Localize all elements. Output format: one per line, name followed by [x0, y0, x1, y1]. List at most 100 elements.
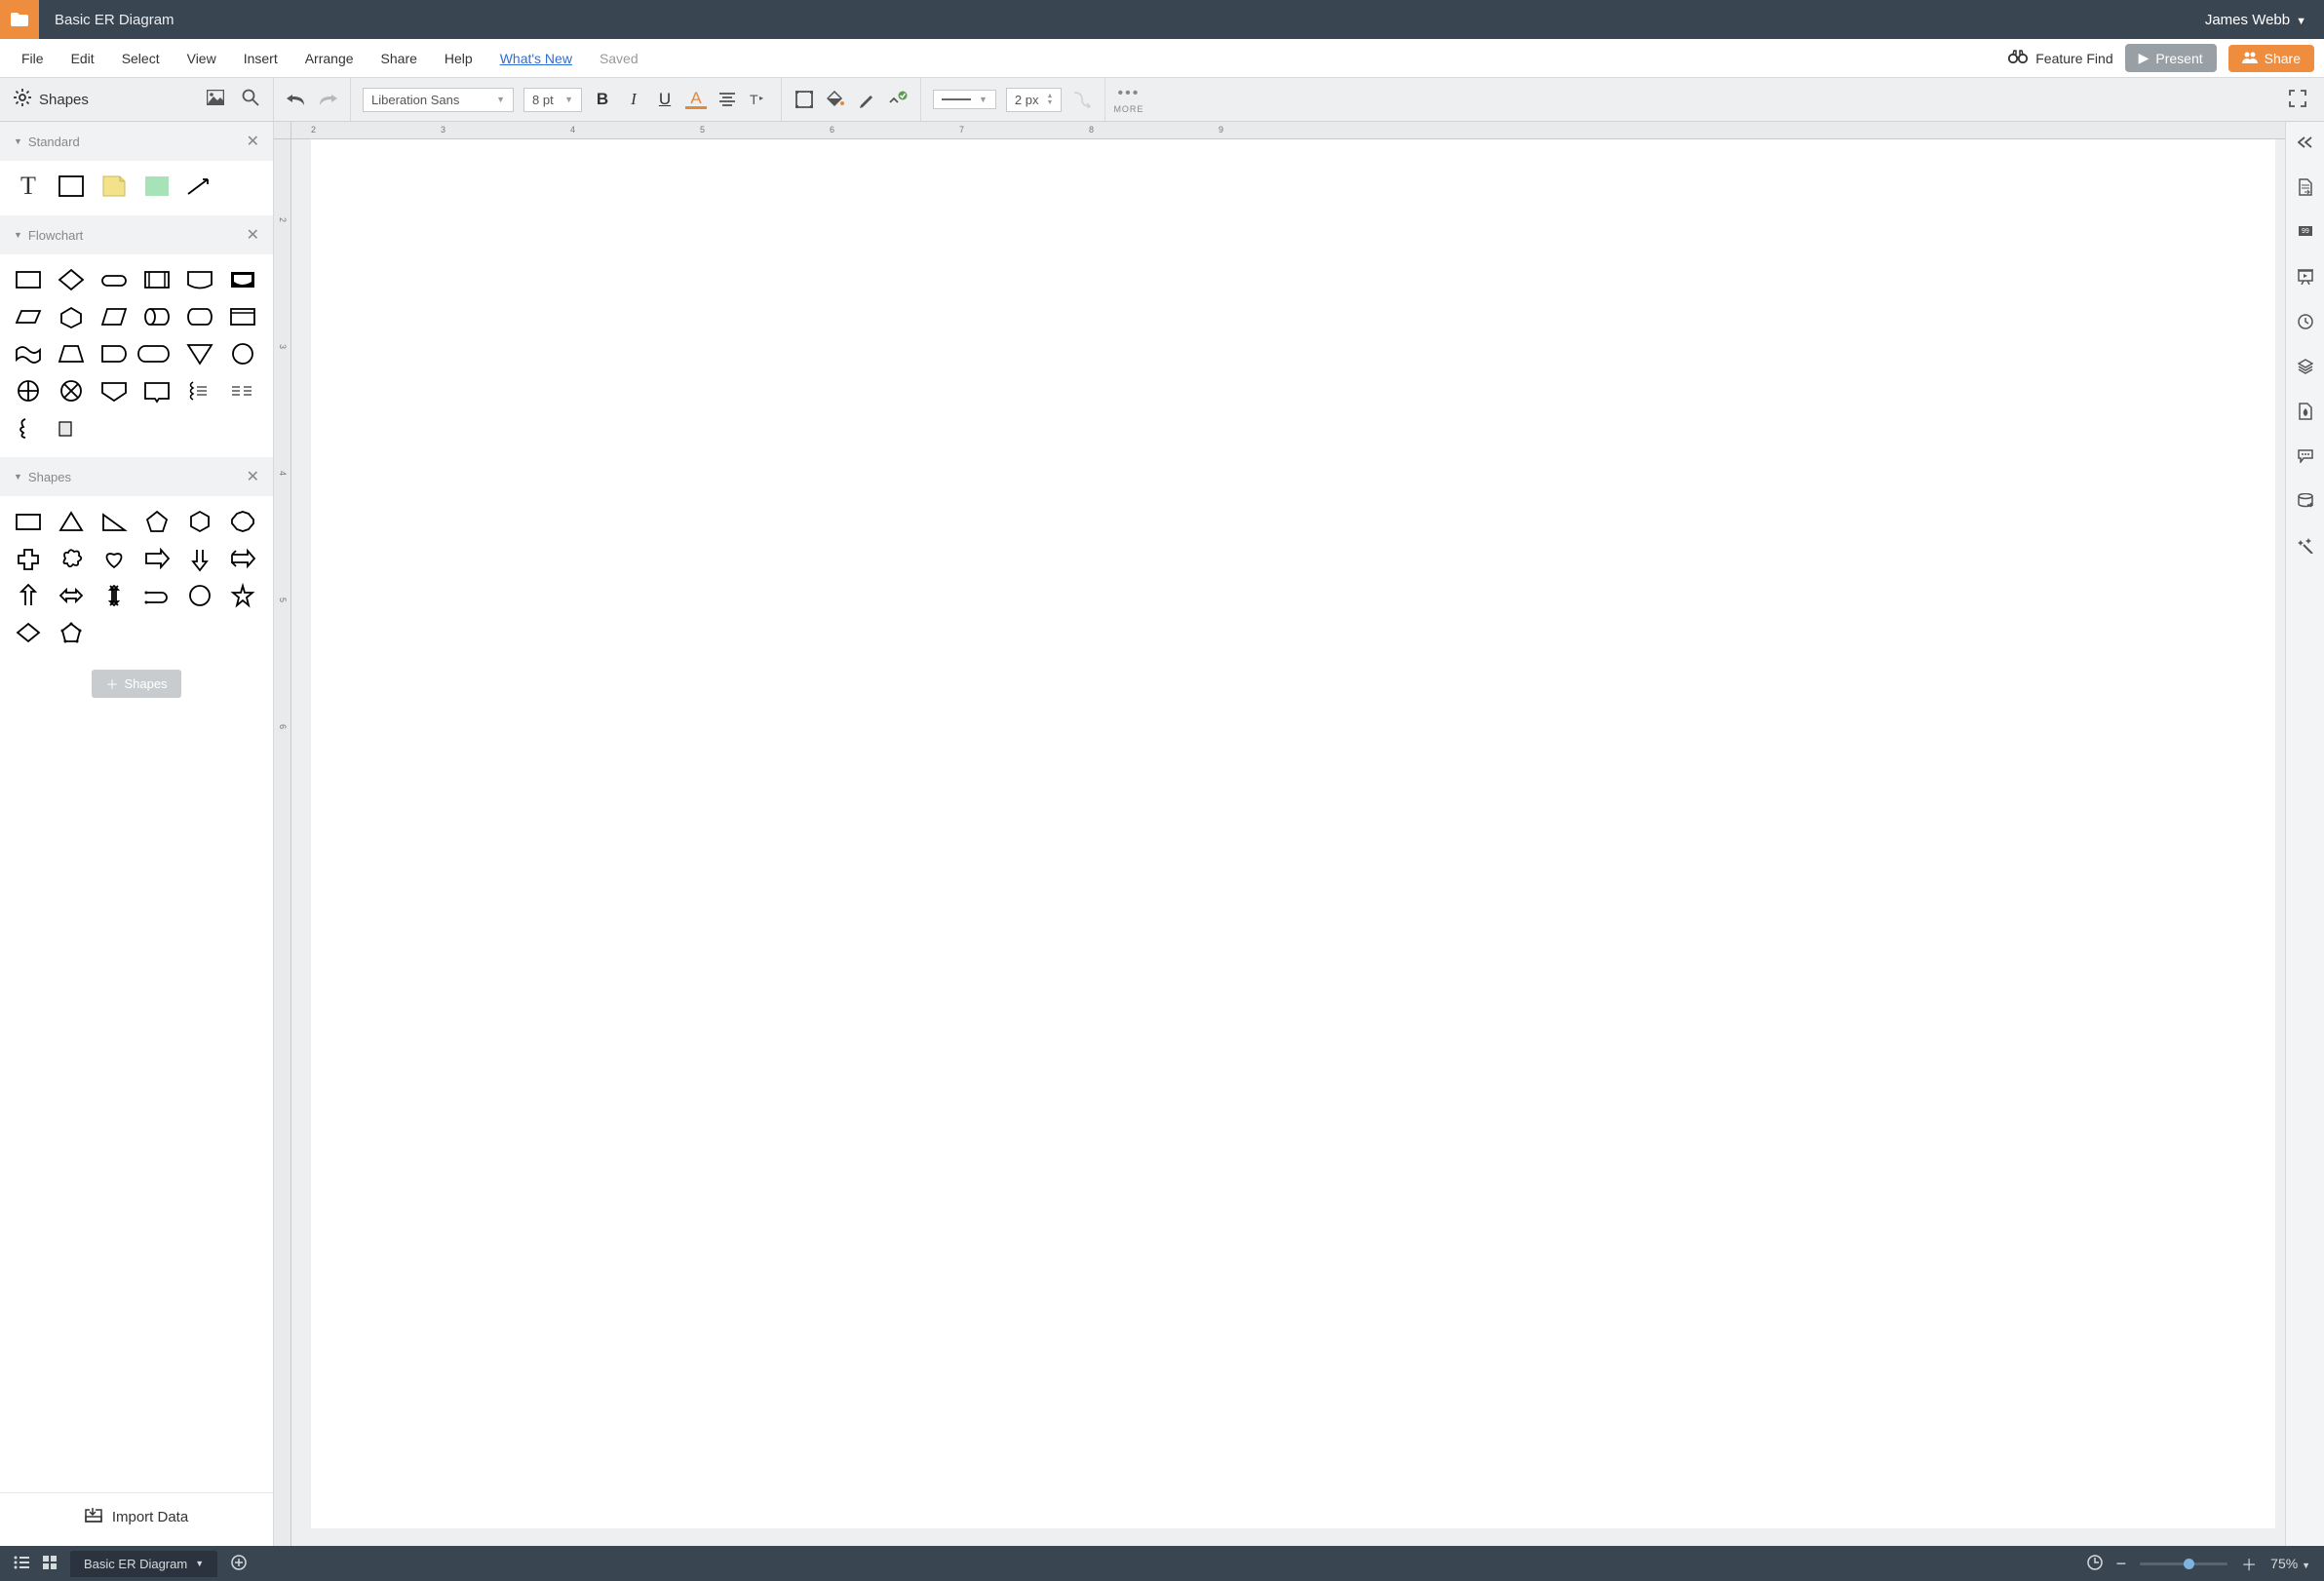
- zoom-in-button[interactable]: ＋: [2241, 1552, 2257, 1575]
- flowchart-shape[interactable]: [57, 268, 86, 291]
- close-icon[interactable]: ✕: [247, 467, 259, 486]
- flowchart-shape[interactable]: [14, 379, 43, 403]
- close-icon[interactable]: ✕: [247, 132, 259, 151]
- import-data-button[interactable]: Import Data: [0, 1492, 273, 1546]
- basic-shape[interactable]: [228, 584, 257, 607]
- basic-shape[interactable]: [57, 584, 86, 607]
- flowchart-shape[interactable]: [57, 416, 86, 440]
- menu-help[interactable]: Help: [433, 45, 484, 72]
- magic-icon[interactable]: [2295, 535, 2316, 557]
- flowchart-shape[interactable]: [14, 305, 43, 328]
- menu-view[interactable]: View: [175, 45, 228, 72]
- add-page-button[interactable]: [231, 1555, 247, 1573]
- menu-share[interactable]: Share: [369, 45, 429, 72]
- flowchart-shape[interactable]: [142, 342, 172, 366]
- basic-shape[interactable]: [228, 547, 257, 570]
- menu-edit[interactable]: Edit: [59, 45, 106, 72]
- more-button[interactable]: ••• MORE: [1105, 85, 1151, 114]
- zoom-level[interactable]: 75% ▼: [2270, 1556, 2310, 1571]
- menu-select[interactable]: Select: [110, 45, 172, 72]
- menu-insert[interactable]: Insert: [232, 45, 290, 72]
- basic-shape[interactable]: [142, 547, 172, 570]
- share-button[interactable]: Share: [2228, 45, 2314, 72]
- zoom-slider[interactable]: [2140, 1562, 2227, 1565]
- redo-button[interactable]: [317, 89, 338, 110]
- font-family-select[interactable]: Liberation Sans▼: [363, 88, 514, 112]
- block-shape[interactable]: [142, 174, 172, 198]
- connector-button[interactable]: [1071, 89, 1093, 110]
- theme-icon[interactable]: [2295, 401, 2316, 422]
- feature-find[interactable]: Feature Find: [2008, 50, 2112, 66]
- document-tab[interactable]: Basic ER Diagram▼: [70, 1551, 217, 1577]
- section-shapes[interactable]: ▼Shapes ✕: [0, 457, 273, 496]
- chat-icon[interactable]: [2295, 445, 2316, 467]
- font-size-select[interactable]: 8 pt▼: [523, 88, 582, 112]
- paper[interactable]: UserSchedulesSchedule historyCreatesHasU…: [311, 139, 2275, 1528]
- flowchart-shape[interactable]: [185, 379, 214, 403]
- basic-shape[interactable]: [57, 621, 86, 644]
- flowchart-shape[interactable]: [142, 305, 172, 328]
- zoom-out-button[interactable]: −: [2116, 1554, 2127, 1574]
- search-icon[interactable]: [242, 89, 259, 111]
- flowchart-shape[interactable]: [228, 342, 257, 366]
- line-width-select[interactable]: 2 px▲▼: [1006, 88, 1063, 112]
- present-button[interactable]: ▶ Present: [2125, 44, 2217, 72]
- basic-shape[interactable]: [57, 510, 86, 533]
- outline-icon[interactable]: [14, 1556, 29, 1572]
- menu-whats-new[interactable]: What's New: [488, 45, 584, 72]
- flowchart-shape[interactable]: [57, 342, 86, 366]
- fullscreen-button[interactable]: [2271, 90, 2324, 110]
- flowchart-shape[interactable]: [185, 268, 214, 291]
- flowchart-shape[interactable]: [14, 268, 43, 291]
- basic-shape[interactable]: [185, 547, 214, 570]
- canvas-area[interactable]: 23456789 23456 UserSchedulesSchedule his…: [274, 122, 2285, 1546]
- flowchart-shape[interactable]: [99, 268, 129, 291]
- flowchart-shape[interactable]: [142, 379, 172, 403]
- flowchart-shape[interactable]: [99, 342, 129, 366]
- page-icon[interactable]: [2295, 176, 2316, 198]
- data-icon[interactable]: [2295, 490, 2316, 512]
- folder-icon[interactable]: [0, 0, 39, 39]
- section-flowchart[interactable]: ▼Flowchart ✕: [0, 215, 273, 254]
- history-icon[interactable]: [2295, 311, 2316, 332]
- basic-shape[interactable]: [99, 547, 129, 570]
- basic-shape[interactable]: [14, 584, 43, 607]
- basic-shape[interactable]: [14, 547, 43, 570]
- menu-arrange[interactable]: Arrange: [293, 45, 366, 72]
- collapse-icon[interactable]: [2295, 132, 2316, 153]
- present-icon[interactable]: [2295, 266, 2316, 288]
- align-button[interactable]: [717, 89, 738, 110]
- basic-shape[interactable]: [99, 584, 129, 607]
- text-options-button[interactable]: T▸: [748, 89, 769, 110]
- flowchart-shape[interactable]: [99, 305, 129, 328]
- fill-button[interactable]: [825, 89, 846, 110]
- style-check-button[interactable]: [887, 89, 909, 110]
- basic-shape[interactable]: [142, 510, 172, 533]
- note-shape[interactable]: [99, 174, 129, 198]
- image-icon[interactable]: [207, 90, 224, 110]
- text-shape[interactable]: T: [14, 174, 43, 198]
- close-icon[interactable]: ✕: [247, 225, 259, 245]
- underline-button[interactable]: U: [654, 90, 676, 109]
- text-color-button[interactable]: A: [685, 90, 707, 109]
- flowchart-shape[interactable]: [142, 268, 172, 291]
- flowchart-shape[interactable]: [228, 379, 257, 403]
- flowchart-shape[interactable]: [14, 416, 43, 440]
- add-shapes-button[interactable]: ＋Shapes: [92, 670, 180, 698]
- rect-shape[interactable]: [57, 174, 86, 198]
- diagram-canvas[interactable]: UserSchedulesSchedule historyCreatesHasU…: [311, 139, 603, 286]
- flowchart-shape[interactable]: [99, 379, 129, 403]
- flowchart-shape[interactable]: [57, 305, 86, 328]
- flowchart-shape[interactable]: [228, 305, 257, 328]
- italic-button[interactable]: I: [623, 90, 644, 109]
- basic-shape[interactable]: [57, 547, 86, 570]
- grid-icon[interactable]: [43, 1556, 57, 1572]
- basic-shape[interactable]: [228, 510, 257, 533]
- sync-icon[interactable]: [2087, 1555, 2103, 1573]
- basic-shape[interactable]: [14, 510, 43, 533]
- line-style-select[interactable]: ▼: [933, 90, 996, 109]
- menu-file[interactable]: File: [10, 45, 56, 72]
- basic-shape[interactable]: [99, 510, 129, 533]
- section-standard[interactable]: ▼Standard ✕: [0, 122, 273, 161]
- user-menu[interactable]: James Webb▼: [2188, 12, 2324, 28]
